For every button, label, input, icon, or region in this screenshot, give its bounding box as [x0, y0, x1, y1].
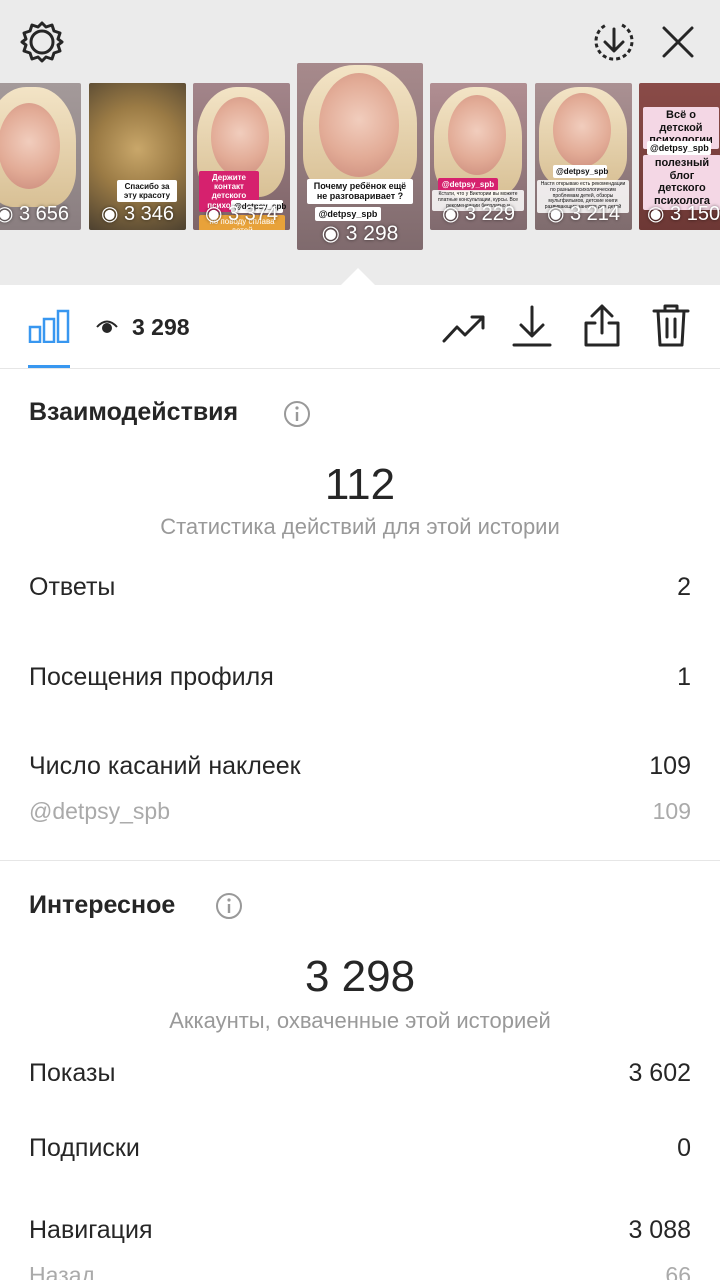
info-icon[interactable] [215, 892, 243, 920]
interactions-total: 112 [324, 460, 396, 509]
story-thumbnail[interactable]: ◉ 3 656 [0, 83, 81, 230]
sticker-taps-value: 109 [649, 752, 691, 780]
replies-value: 2 [677, 573, 691, 601]
trash-icon[interactable] [652, 303, 690, 347]
thumbnail-sticker: Почему ребёнок ещё не разговаривает ? [307, 179, 413, 204]
thumbnail-sticker: @detpsy_spb [647, 141, 711, 156]
views-number: 3 298 [132, 313, 190, 340]
thumbnail-views: ◉ 3 656 [0, 201, 81, 226]
discovery-title: Интересное [29, 891, 176, 919]
sticker-mention-label: @detpsy_spb [29, 798, 170, 824]
follows-value: 0 [677, 1134, 691, 1162]
eye-icon: ◉ [647, 203, 665, 225]
navigation-value: 3 088 [628, 1216, 691, 1244]
sticker-mention-value: 109 [652, 798, 691, 824]
thumbnail-views: ◉ 3 374 [204, 203, 279, 225]
eye-icon: ◉ [321, 222, 340, 245]
story-thumbnail[interactable]: Спасибо за эту красоту ◉ 3 346 [89, 83, 186, 230]
settings-icon[interactable] [20, 20, 64, 64]
thumbnail-sticker: @detpsy_spb [315, 207, 381, 222]
discovery-total: 3 298 [304, 952, 416, 1001]
eye-icon: ◉ [204, 203, 223, 225]
story-thumbnail[interactable]: @detpsy_spb Кстати, что у Виктории вы мо… [430, 83, 527, 230]
story-thumbnail-active[interactable]: Почему ребёнок ещё не разговаривает ? @d… [297, 63, 423, 250]
back-value: 66 [665, 1262, 691, 1280]
thumbnail-views: ◉ 3 214 [546, 203, 621, 225]
active-pointer [340, 268, 376, 286]
thumbnail-sticker: Спасибо за эту красоту [117, 180, 177, 203]
interactions-subtitle: Статистика действий для этой истории [160, 514, 560, 539]
story-thumbnail[interactable]: @detpsy_spb Настя открываю есть рекоменд… [535, 83, 632, 230]
eye-icon [96, 320, 118, 333]
story-thumbnail[interactable]: Держите контакт детского психолога! @det… [193, 83, 290, 230]
thumbnail-sticker: @detpsy_spb [553, 165, 608, 179]
eye-icon: ◉ [441, 203, 460, 225]
thumbnail-views: ◉ 3 346 [100, 203, 175, 225]
follows-label: Подписки [29, 1134, 140, 1162]
replies-label: Ответы [29, 573, 116, 601]
navigation-label: Навигация [29, 1216, 153, 1244]
section-divider [0, 860, 720, 861]
bar-chart-icon[interactable] [28, 309, 70, 343]
discovery-subtitle: Аккаунты, охваченные этой историей [169, 1008, 551, 1033]
insights-toolbar: 3 298 [0, 285, 720, 369]
eye-icon: ◉ [0, 203, 14, 225]
close-icon[interactable] [656, 20, 700, 64]
thumbnail-views: ◉ 3 298 [321, 222, 399, 245]
impressions-label: Показы [29, 1059, 116, 1087]
thumbnail-views: ◉ 3 150 [647, 203, 720, 225]
thumbnail-views: ◉ 3 229 [441, 203, 516, 225]
impressions-value: 3 602 [628, 1059, 691, 1087]
download-icon[interactable] [512, 305, 552, 347]
story-preview-strip: ◉ 3 656 Спасибо за эту красоту ◉ 3 346 Д… [0, 0, 720, 286]
info-icon[interactable] [283, 400, 311, 428]
eye-icon: ◉ [546, 203, 565, 225]
profile-visits-value: 1 [677, 663, 691, 691]
back-label: Назад [29, 1262, 95, 1280]
eye-icon: ◉ [100, 203, 119, 225]
interactions-title: Взаимодействия [29, 398, 239, 426]
story-thumbnail[interactable]: Всё о детской психологии @detpsy_spb пол… [639, 83, 720, 230]
share-icon[interactable] [582, 303, 622, 347]
views-count: 3 298 [96, 313, 190, 341]
trending-icon[interactable] [442, 313, 486, 343]
tab-indicator [28, 365, 70, 368]
profile-visits-label: Посещения профиля [29, 663, 274, 691]
download-circle-icon[interactable] [592, 20, 636, 64]
sticker-taps-label: Число касаний наклеек [29, 752, 301, 780]
